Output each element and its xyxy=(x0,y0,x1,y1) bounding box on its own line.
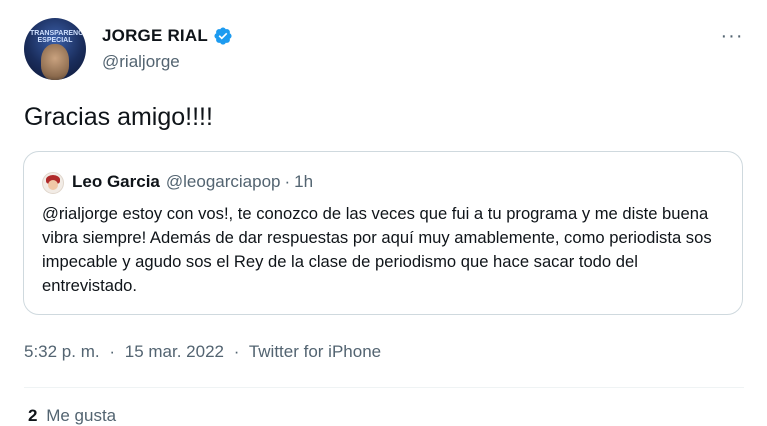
tweet-meta: 5:32 p. m. · 15 mar. 2022 · Twitter for … xyxy=(24,342,381,362)
tweet-date[interactable]: 15 mar. 2022 xyxy=(125,342,224,361)
quoted-time[interactable]: 1h xyxy=(294,172,313,192)
divider xyxy=(24,387,744,388)
tweet-card: TRANSPARENCIA ESPECIAL JORGE RIAL @rialj… xyxy=(0,0,767,425)
likes-stat[interactable]: 2 Me gusta xyxy=(28,406,116,426)
quoted-text: @rialjorge estoy con vos!, te conozco de… xyxy=(42,204,712,295)
quoted-author-avatar[interactable] xyxy=(42,172,64,194)
more-options-button[interactable]: ··· xyxy=(716,24,748,48)
author-name-row: JORGE RIAL xyxy=(102,26,233,46)
quoted-author-handle[interactable]: @leogarciapop xyxy=(166,172,281,192)
quoted-separator: · xyxy=(284,172,291,191)
tweet-time[interactable]: 5:32 p. m. xyxy=(24,342,100,361)
tweet-text: Gracias amigo!!!! xyxy=(24,103,213,131)
avatar-face xyxy=(41,44,69,80)
likes-label: Me gusta xyxy=(46,406,117,425)
meta-separator: · xyxy=(233,342,240,361)
meta-separator: · xyxy=(109,342,116,361)
quoted-tweet[interactable]: Leo Garcia @leogarciapop · 1h @rialjorge… xyxy=(23,151,743,315)
tweet-source[interactable]: Twitter for iPhone xyxy=(249,342,381,361)
quoted-author-name[interactable]: Leo Garcia xyxy=(72,172,160,192)
author-display-name[interactable]: JORGE RIAL xyxy=(102,26,208,46)
author-handle[interactable]: @rialjorge xyxy=(102,52,180,72)
avatar-banner-text: TRANSPARENCIA ESPECIAL xyxy=(30,30,86,44)
likes-count: 2 xyxy=(28,406,38,425)
quoted-header: Leo Garcia @leogarciapop · 1h xyxy=(72,172,313,192)
verified-badge-icon xyxy=(214,27,232,45)
author-avatar[interactable]: TRANSPARENCIA ESPECIAL xyxy=(24,18,86,80)
quoted-avatar-face xyxy=(48,180,58,190)
